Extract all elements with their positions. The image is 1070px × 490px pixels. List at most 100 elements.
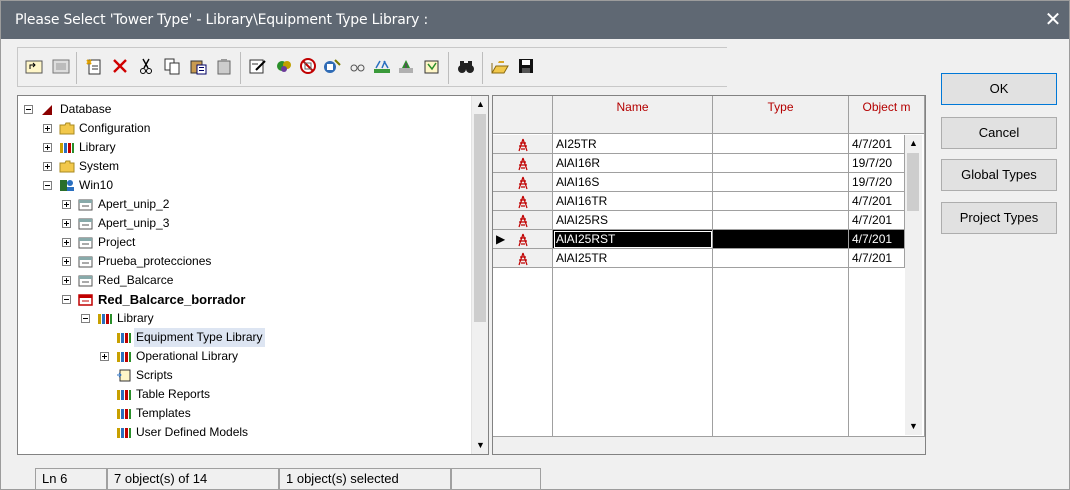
expand-icon[interactable] — [100, 352, 109, 361]
expand-icon[interactable] — [62, 276, 71, 285]
global-types-button[interactable]: Global Types — [941, 159, 1057, 191]
cut-icon[interactable] — [136, 57, 158, 77]
expand-icon[interactable] — [62, 200, 71, 209]
new-object-icon[interactable] — [84, 57, 106, 77]
scroll-thumb[interactable] — [907, 153, 919, 211]
binoculars-icon[interactable] — [456, 57, 478, 77]
collapse-icon[interactable] — [24, 105, 33, 114]
tree-item[interactable]: Operational Library — [18, 347, 468, 366]
object-modified-cell[interactable]: 4/7/201 — [849, 249, 905, 268]
project-icon[interactable] — [396, 57, 418, 77]
type-cell[interactable] — [713, 192, 849, 211]
tree-item[interactable]: Library — [18, 309, 468, 328]
show-not-used-icon[interactable] — [298, 57, 320, 77]
name-cell[interactable]: AlAI16TR — [553, 192, 713, 211]
column-header-object-modified[interactable]: Object m — [849, 96, 925, 134]
tree-item[interactable]: Scripts — [18, 366, 468, 385]
collapse-icon[interactable] — [43, 181, 52, 190]
tree-scrollbar[interactable]: ▲ ▼ — [471, 96, 488, 454]
column-header-type[interactable]: Type — [713, 96, 849, 134]
row-header[interactable] — [493, 154, 553, 173]
tree-item[interactable]: Win10 — [18, 176, 468, 195]
tree-item[interactable]: Library — [18, 138, 468, 157]
tree-item[interactable]: Database — [18, 100, 468, 119]
name-cell[interactable]: AlAI25TR — [553, 249, 713, 268]
tree-item[interactable]: Red_Balcarce — [18, 271, 468, 290]
name-cell[interactable]: AlAI25RS — [553, 211, 713, 230]
row-header[interactable] — [493, 249, 553, 268]
expand-icon[interactable] — [43, 162, 52, 171]
ok-button[interactable]: OK — [941, 73, 1057, 105]
row-header[interactable] — [493, 173, 553, 192]
table-row[interactable]: AlAI25TR 4/7/201 — [493, 249, 925, 268]
paste-icon[interactable] — [188, 57, 210, 77]
expand-icon[interactable] — [43, 124, 52, 133]
tree-item[interactable]: Apert_unip_3 — [18, 214, 468, 233]
name-cell[interactable]: AlAI16S — [553, 173, 713, 192]
collapse-icon[interactable] — [81, 314, 90, 323]
scroll-up-icon[interactable]: ▲ — [472, 96, 489, 113]
table-row[interactable]: AlAI16TR 4/7/201 — [493, 192, 925, 211]
tree-item[interactable]: Prueba_protecciones — [18, 252, 468, 271]
type-cell[interactable] — [713, 230, 849, 249]
save-icon[interactable] — [516, 57, 538, 77]
type-cell[interactable] — [713, 154, 849, 173]
project-types-button[interactable]: Project Types — [941, 202, 1057, 234]
mark-icon[interactable] — [274, 57, 296, 77]
table-row[interactable]: AlAI16R 19/7/20 — [493, 154, 925, 173]
table-row[interactable]: AlAI25RS 4/7/201 — [493, 211, 925, 230]
variation-icon[interactable] — [372, 57, 394, 77]
grid-scrollbar[interactable]: ▲ ▼ — [905, 135, 922, 435]
row-header[interactable]: ▶ — [493, 230, 553, 249]
object-grid[interactable]: Name Type Object m AI25TR 4/7/201 AlAI16R 1… — [492, 95, 926, 455]
name-cell[interactable]: AlAI25RST — [553, 230, 713, 249]
edit-object-icon[interactable] — [248, 57, 270, 77]
object-modified-cell[interactable]: 4/7/201 — [849, 230, 905, 249]
up-level-icon[interactable] — [24, 57, 46, 77]
title-bar[interactable]: Please Select 'Tower Type' - Library\Equ… — [1, 1, 1069, 39]
tree-item[interactable]: Configuration — [18, 119, 468, 138]
column-header-name[interactable]: Name — [553, 96, 713, 134]
collapse-icon[interactable] — [62, 295, 71, 304]
tree-item[interactable]: User Defined Models — [18, 423, 468, 442]
table-row[interactable]: AlAI16S 19/7/20 — [493, 173, 925, 192]
row-header[interactable] — [493, 211, 553, 230]
open-folder-icon[interactable] — [490, 57, 512, 77]
tree-item[interactable]: Equipment Type Library — [18, 328, 468, 347]
scroll-down-icon[interactable]: ▼ — [905, 418, 922, 435]
object-modified-cell[interactable]: 19/7/20 — [849, 154, 905, 173]
type-cell[interactable] — [713, 135, 849, 154]
copy-icon[interactable] — [162, 57, 184, 77]
template-icon[interactable] — [422, 57, 444, 77]
table-row[interactable]: ▶ AlAI25RST 4/7/201 — [493, 230, 925, 249]
name-cell[interactable]: AlAI16R — [553, 154, 713, 173]
paste-special-icon[interactable] — [214, 57, 236, 77]
scroll-up-icon[interactable]: ▲ — [905, 135, 922, 152]
type-cell[interactable] — [713, 211, 849, 230]
expand-icon[interactable] — [62, 238, 71, 247]
expand-icon[interactable] — [62, 219, 71, 228]
database-tree[interactable]: Database Configuration Library System Win10 A… — [17, 95, 489, 455]
row-header[interactable] — [493, 135, 553, 154]
tree-item[interactable]: Table Reports — [18, 385, 468, 404]
tree-item[interactable]: Apert_unip_2 — [18, 195, 468, 214]
type-cell[interactable] — [713, 173, 849, 192]
object-modified-cell[interactable]: 19/7/20 — [849, 173, 905, 192]
tree-item[interactable]: Red_Balcarce_borrador — [18, 290, 468, 309]
type-cell[interactable] — [713, 249, 849, 268]
object-modified-cell[interactable]: 4/7/201 — [849, 192, 905, 211]
table-row[interactable]: AI25TR 4/7/201 — [493, 135, 925, 154]
find-icon[interactable] — [348, 57, 370, 77]
filter-icon[interactable] — [322, 57, 344, 77]
tree-item[interactable]: System — [18, 157, 468, 176]
detail-mode-icon[interactable] — [51, 57, 73, 77]
close-icon[interactable]: ✕ — [1041, 7, 1065, 33]
delete-icon[interactable] — [110, 57, 132, 77]
tree-item[interactable]: Project — [18, 233, 468, 252]
object-modified-cell[interactable]: 4/7/201 — [849, 135, 905, 154]
object-modified-cell[interactable]: 4/7/201 — [849, 211, 905, 230]
row-header[interactable] — [493, 192, 553, 211]
expand-icon[interactable] — [43, 143, 52, 152]
cancel-button[interactable]: Cancel — [941, 117, 1057, 149]
scroll-thumb[interactable] — [474, 114, 486, 322]
